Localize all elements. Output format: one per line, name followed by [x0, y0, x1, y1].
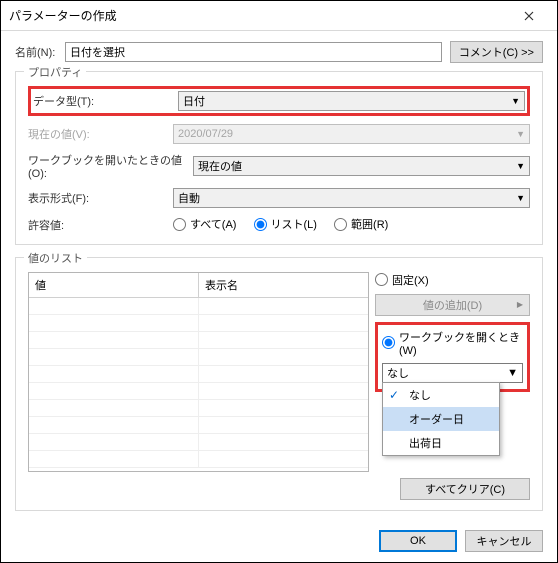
- check-icon: ✓: [389, 388, 399, 402]
- title-bar: パラメーターの作成: [1, 1, 557, 31]
- comment-button[interactable]: コメント(C) >>: [450, 41, 543, 63]
- chevron-down-icon: ▼: [516, 193, 525, 203]
- properties-group: プロパティ データ型(T): 日付 ▼ 現在の値(V): 2020/07/29 …: [15, 71, 543, 245]
- allow-label: 許容値:: [28, 217, 173, 233]
- currentvalue-label: 現在の値(V):: [28, 126, 173, 142]
- datatype-label: データ型(T):: [33, 93, 178, 109]
- name-input[interactable]: [65, 42, 442, 62]
- onopen-radio[interactable]: ワークブックを開くとき(W): [382, 329, 523, 357]
- valuelist-group: 値のリスト 値 表示名 固定(X) 値: [15, 257, 543, 511]
- triangle-right-icon: ▶: [517, 300, 523, 309]
- currentvalue-combo: 2020/07/29 ▼: [173, 124, 530, 144]
- properties-legend: プロパティ: [24, 64, 86, 80]
- allow-list-radio[interactable]: リスト(L): [254, 216, 317, 232]
- col-display: 表示名: [199, 273, 368, 297]
- onopen-source-dropdown[interactable]: なし ▼ ✓ なし オーダー日 出荷日: [382, 363, 523, 383]
- onopen-label: ワークブックを開いたときの値(O):: [28, 152, 193, 180]
- value-table[interactable]: 値 表示名: [28, 272, 369, 472]
- allow-range-radio[interactable]: 範囲(R): [334, 216, 388, 232]
- window-title: パラメーターの作成: [9, 7, 509, 24]
- onopen-combo[interactable]: 現在の値 ▼: [193, 156, 530, 176]
- clear-all-button[interactable]: すべてクリア(C): [400, 478, 530, 500]
- cancel-button[interactable]: キャンセル: [465, 530, 543, 552]
- dd-item-order[interactable]: オーダー日: [383, 407, 499, 431]
- chevron-down-icon: ▼: [511, 96, 520, 106]
- chevron-down-icon: ▼: [507, 367, 518, 379]
- add-value-button: 値の追加(D) ▶: [375, 294, 530, 316]
- close-button[interactable]: [509, 2, 549, 30]
- fixed-radio[interactable]: 固定(X): [375, 272, 530, 288]
- allow-all-radio[interactable]: すべて(A): [173, 216, 236, 232]
- chevron-down-icon: ▼: [516, 129, 525, 139]
- col-value: 値: [29, 273, 199, 297]
- dd-item-none[interactable]: ✓ なし: [383, 383, 499, 407]
- name-label: 名前(N):: [15, 44, 65, 60]
- chevron-down-icon: ▼: [516, 161, 525, 171]
- dropdown-menu: ✓ なし オーダー日 出荷日: [382, 382, 500, 456]
- datatype-combo[interactable]: 日付 ▼: [178, 91, 525, 111]
- ok-button[interactable]: OK: [379, 530, 457, 552]
- valuelist-legend: 値のリスト: [24, 250, 87, 266]
- format-combo[interactable]: 自動 ▼: [173, 188, 530, 208]
- format-label: 表示形式(F):: [28, 190, 173, 206]
- dd-item-ship[interactable]: 出荷日: [383, 431, 499, 455]
